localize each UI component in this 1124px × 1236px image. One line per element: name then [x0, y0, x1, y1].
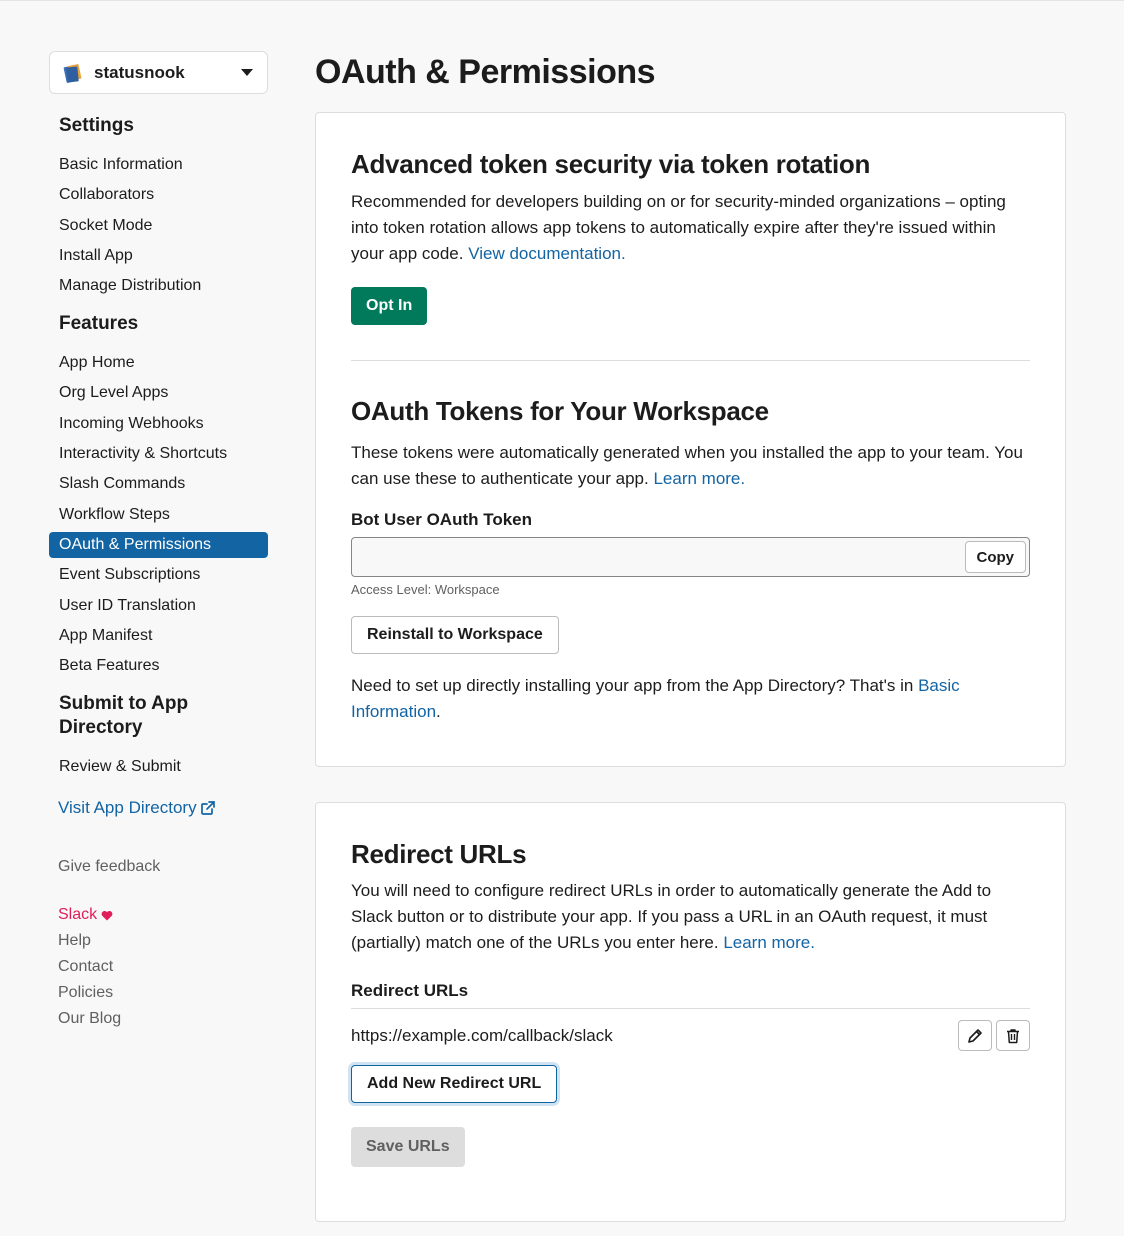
blog-link[interactable]: Our Blog	[58, 1006, 259, 1032]
sidebar: statusnook Settings Basic Information Col…	[49, 51, 268, 1032]
token-rotation-heading: Advanced token security via token rotati…	[351, 149, 871, 179]
submit-heading: Submit to App Directory	[49, 692, 268, 740]
directory-note-period: .	[436, 702, 441, 721]
trash-icon	[1007, 1028, 1019, 1043]
help-link[interactable]: Help	[58, 928, 259, 954]
policies-link[interactable]: Policies	[58, 980, 259, 1006]
slack-link[interactable]: Slack	[58, 902, 259, 928]
reinstall-button[interactable]: Reinstall to Workspace	[351, 616, 559, 654]
visit-app-directory-link[interactable]: Visit App Directory	[49, 798, 268, 818]
page-title: OAuth & Permissions	[315, 53, 656, 91]
footer-links: Slack Help Contact Policies Our Blog	[49, 902, 268, 1032]
app-icon	[62, 62, 84, 84]
redirect-list-label: Redirect URLs	[351, 981, 469, 1000]
view-documentation-link[interactable]: View documentation.	[468, 244, 626, 263]
sidebar-item-manage-distribution[interactable]: Manage Distribution	[49, 273, 268, 299]
redirect-learn-more-link[interactable]: Learn more.	[723, 933, 815, 952]
sidebar-item-app-manifest[interactable]: App Manifest	[49, 623, 268, 649]
sidebar-item-socket-mode[interactable]: Socket Mode	[49, 213, 268, 239]
redirect-url: https://example.com/callback/slack	[351, 1025, 613, 1045]
sidebar-item-oauth-and-permissions[interactable]: OAuth & Permissions	[49, 531, 268, 558]
opt-in-button[interactable]: Opt In	[351, 287, 428, 325]
redirect-divider	[351, 1008, 1030, 1009]
give-feedback-link[interactable]: Give feedback	[49, 858, 268, 876]
save-urls-button[interactable]: Save URLs	[351, 1127, 465, 1167]
heart-icon	[101, 910, 113, 921]
oauth-tokens-heading: OAuth Tokens for Your Workspace	[351, 396, 769, 426]
settings-heading: Settings	[59, 115, 134, 136]
copy-token-button[interactable]: Copy	[964, 541, 1026, 573]
token-rotation-description: Recommended for developers building on o…	[351, 189, 1030, 267]
sidebar-item-workflow-steps[interactable]: Workflow Steps	[49, 502, 268, 528]
external-link-icon	[200, 801, 215, 816]
sidebar-item-collaborators[interactable]: Collaborators	[49, 182, 268, 208]
redirect-text: You will need to configure redirect URLs…	[351, 881, 992, 952]
submit-heading-line2: Directory	[59, 717, 143, 739]
save-urls-wrapper: Save URLs	[351, 1127, 1030, 1167]
redirect-heading: Redirect URLs	[351, 839, 527, 869]
sidebar-item-review-and-submit[interactable]: Review & Submit	[49, 754, 268, 780]
pencil-icon	[968, 1028, 982, 1043]
redirect-card: Redirect URLs You will need to configure…	[315, 802, 1066, 1222]
redirect-url-actions	[954, 1020, 1030, 1051]
add-redirect-url-button[interactable]: Add New Redirect URL	[351, 1065, 558, 1103]
features-nav: App Home Org Level Apps Incoming Webhooks I…	[49, 350, 268, 679]
visit-app-directory-label: Visit App Directory	[58, 798, 197, 818]
features-heading: Features	[59, 313, 139, 335]
sidebar-item-install-app[interactable]: Install App	[49, 243, 268, 269]
submit-heading-line1: Submit to App	[59, 693, 189, 715]
directory-note-text: Need to set up directly installing your …	[351, 676, 914, 695]
redirect-url-row: https://example.com/callback/slack	[351, 1020, 1030, 1051]
delete-url-button[interactable]	[996, 1020, 1030, 1051]
redirect-description: You will need to configure redirect URLs…	[351, 878, 1030, 956]
sidebar-item-interactivity-and-shortcuts[interactable]: Interactivity & Shortcuts	[49, 441, 268, 467]
sidebar-item-slash-commands[interactable]: Slash Commands	[49, 471, 268, 497]
sidebar-item-app-home[interactable]: App Home	[49, 350, 268, 376]
sidebar-item-user-id-translation[interactable]: User ID Translation	[49, 593, 268, 619]
edit-url-button[interactable]	[958, 1020, 992, 1051]
slack-label: Slack	[58, 906, 98, 924]
submit-nav: Review & Submit	[49, 754, 268, 780]
token-rotation-text: Recommended for developers building on o…	[351, 192, 1006, 263]
sidebar-item-beta-features[interactable]: Beta Features	[49, 653, 268, 679]
sidebar-item-org-level-apps[interactable]: Org Level Apps	[49, 380, 268, 406]
settings-nav: Basic Information Collaborators Socket Mod…	[49, 152, 268, 299]
sidebar-item-event-subscriptions[interactable]: Event Subscriptions	[49, 562, 268, 588]
bot-token-field[interactable]: Copy	[351, 537, 1030, 577]
section-divider	[351, 360, 1030, 361]
bot-token-label: Bot User OAuth Token	[351, 510, 533, 529]
sidebar-item-incoming-webhooks[interactable]: Incoming Webhooks	[49, 411, 268, 437]
directory-note: Need to set up directly installing your …	[351, 673, 1030, 725]
oauth-tokens-description: These tokens were automatically generate…	[351, 440, 1030, 492]
tokens-card: Advanced token security via token rotati…	[315, 112, 1066, 767]
contact-link[interactable]: Contact	[58, 954, 259, 980]
oauth-learn-more-link[interactable]: Learn more.	[653, 469, 745, 488]
access-level-note: Access Level: Workspace	[351, 582, 500, 597]
app-selector[interactable]: statusnook	[49, 51, 268, 94]
chevron-down-icon	[241, 69, 253, 76]
app-name: statusnook	[94, 62, 185, 82]
sidebar-item-basic-information[interactable]: Basic Information	[49, 152, 268, 178]
